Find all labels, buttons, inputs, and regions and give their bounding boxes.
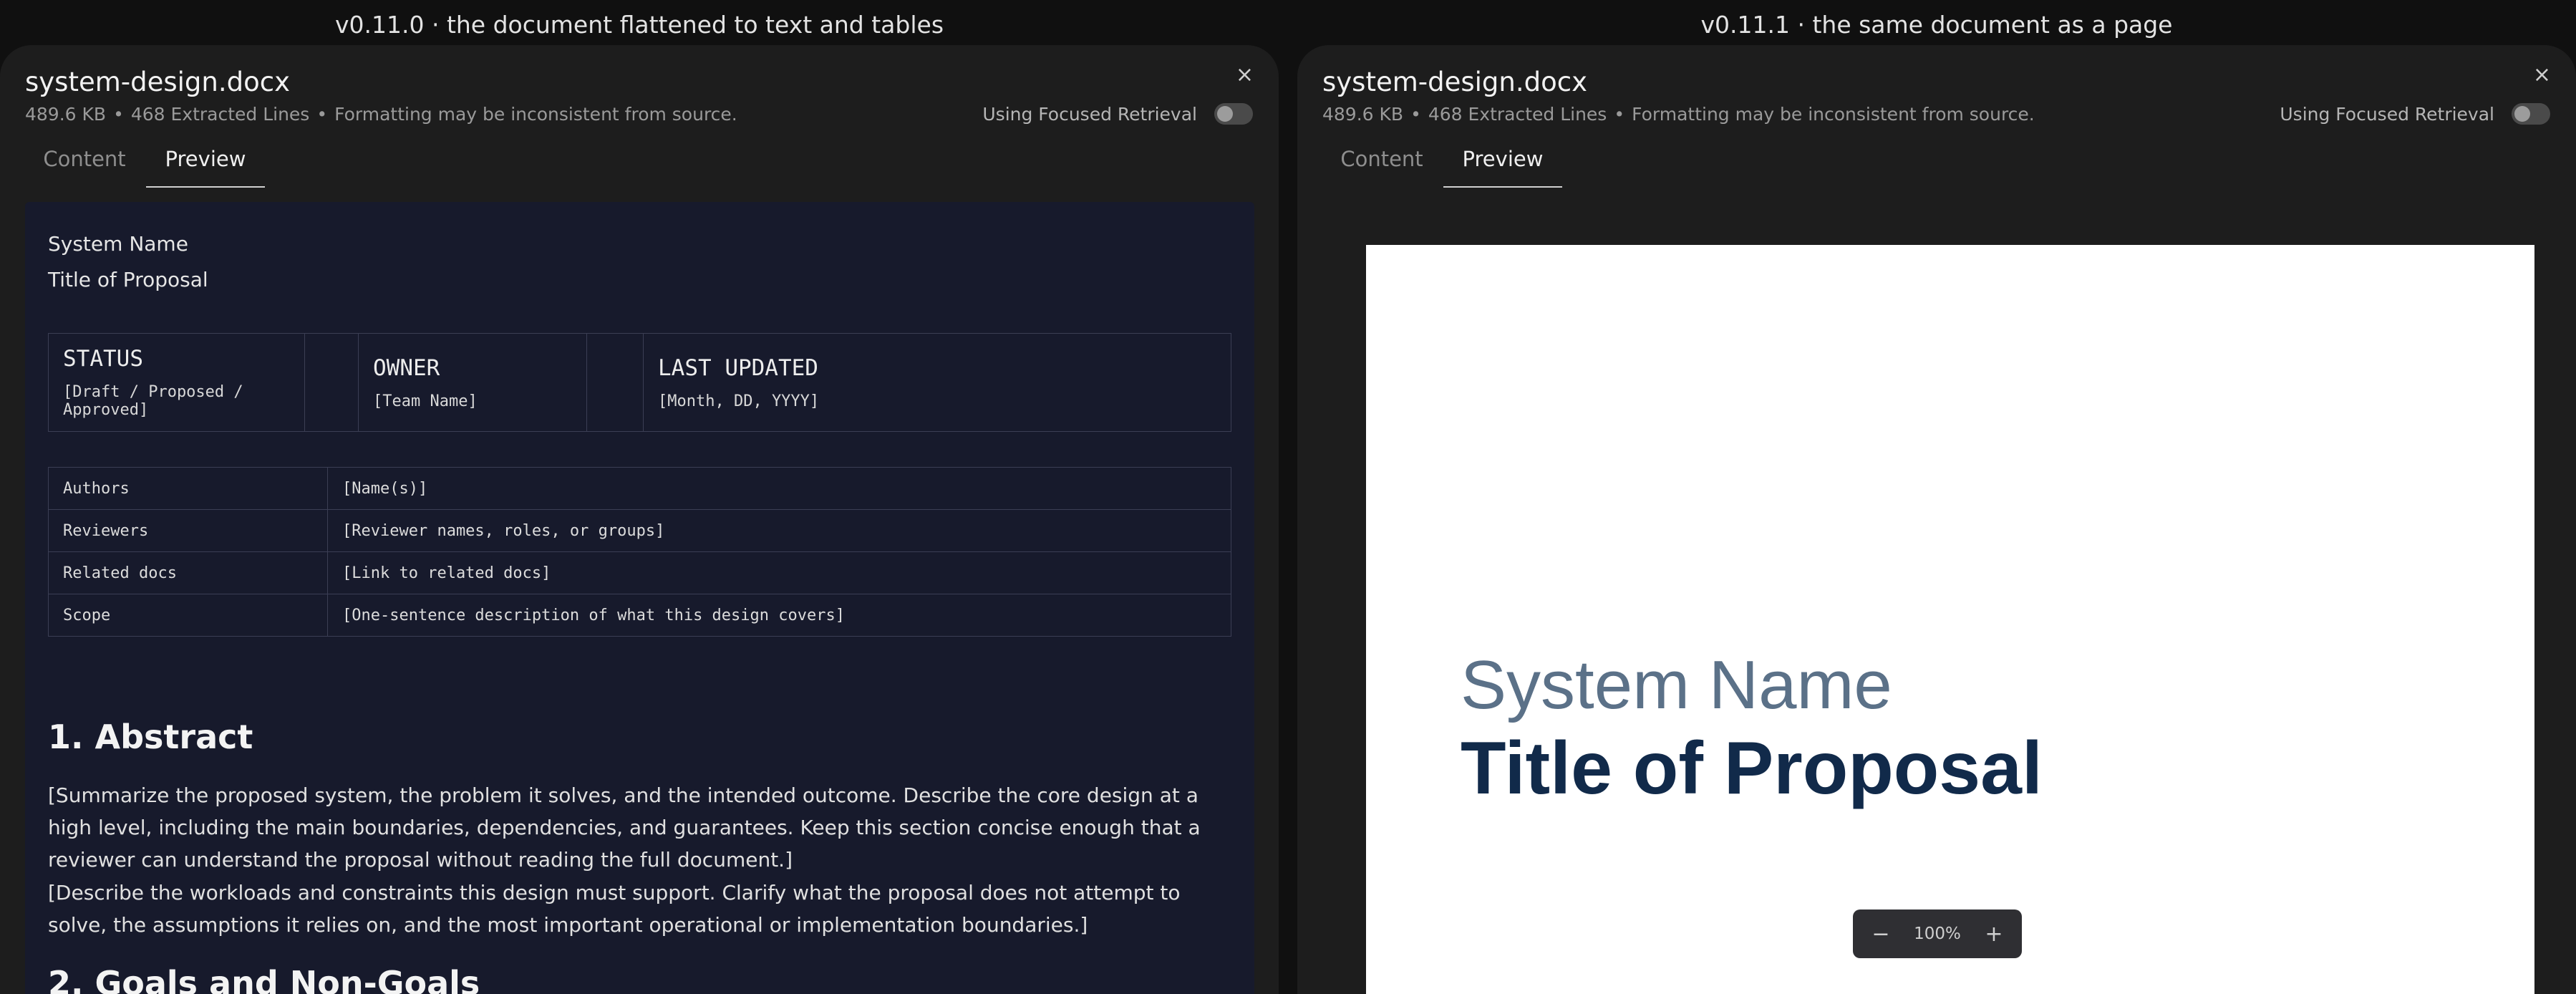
row-value: [Name(s)] (327, 467, 1231, 510)
left-caption: v0.11.0 · the document flattened to text… (334, 11, 944, 39)
section-heading-goals: 2. Goals and Non-Goals (48, 964, 480, 994)
flattened-preview: System Name Title of Proposal STATUS [Dra… (25, 202, 1254, 994)
status-heading: STATUS (63, 346, 143, 372)
format-note: Formatting may be inconsistent from sour… (334, 104, 737, 125)
focused-retrieval-toggle[interactable] (1214, 103, 1253, 125)
meta-separator: • (1614, 104, 1625, 125)
zoom-in-button[interactable]: + (1982, 922, 2006, 947)
file-name: system-design.docx (1322, 67, 1587, 97)
toggle-knob (1217, 106, 1233, 122)
tab-content[interactable]: Content (25, 147, 144, 186)
focused-retrieval-label: Using Focused Retrieval (982, 104, 1197, 125)
document-page: System Name Title of Proposal (1366, 245, 2534, 994)
extracted-lines: 468 Extracted Lines (1428, 104, 1607, 125)
table-row: Scope [One-sentence description of what t… (48, 594, 1231, 637)
zoom-level: 100% (1914, 925, 1961, 943)
meta-separator: • (113, 104, 124, 125)
workloads-paragraph: [Describe the workloads and constraints … (48, 881, 1181, 937)
doc-title: Title of Proposal (48, 268, 208, 291)
file-name: system-design.docx (25, 67, 290, 97)
updated-value: [Month, DD, YYYY] (658, 392, 820, 410)
file-meta: 489.6 KB • 468 Extracted Lines • Formatting … (1322, 104, 2035, 125)
close-icon[interactable]: × (2533, 62, 2551, 87)
file-size: 489.6 KB (1322, 104, 1404, 125)
table-row: Reviewers [Reviewer names, roles, or grou… (48, 509, 1231, 552)
status-table: STATUS [Draft / Proposed / Approved] OWNE… (48, 333, 1231, 432)
spacer-cell (304, 333, 359, 432)
row-key: Authors (48, 467, 328, 510)
doc-system-name: System Name (48, 232, 188, 256)
zoom-out-button[interactable]: − (1869, 922, 1893, 947)
status-value: [Draft / Proposed / Approved] (63, 383, 243, 419)
section-heading-abstract: 1. Abstract (48, 718, 253, 756)
close-icon[interactable]: × (1236, 62, 1254, 87)
focused-retrieval-toggle[interactable] (2512, 103, 2550, 125)
status-cell: STATUS [Draft / Proposed / Approved] (48, 333, 305, 432)
updated-heading: LAST UPDATED (658, 354, 818, 381)
meta-separator: • (1410, 104, 1421, 125)
updated-cell: LAST UPDATED [Month, DD, YYYY] (643, 333, 1231, 432)
focused-retrieval-label: Using Focused Retrieval (2280, 104, 2494, 125)
tab-preview[interactable]: Preview (146, 147, 265, 188)
row-value: [Reviewer names, roles, or groups] (327, 509, 1231, 552)
toggle-knob (2514, 106, 2530, 122)
tab-content[interactable]: Content (1322, 147, 1441, 186)
row-key: Reviewers (48, 509, 328, 552)
extracted-lines: 468 Extracted Lines (130, 104, 310, 125)
file-size: 489.6 KB (25, 104, 107, 125)
page-title: Title of Proposal (1461, 727, 2043, 810)
tab-preview[interactable]: Preview (1443, 147, 1562, 188)
owner-heading: OWNER (373, 354, 440, 381)
info-table: Authors [Name(s)] Reviewers [Reviewer name… (48, 467, 1231, 637)
row-key: Scope (48, 594, 328, 637)
right-caption: v0.11.1 · the same document as a page (1700, 11, 2173, 39)
meta-separator: • (316, 104, 328, 125)
row-key: Related docs (48, 551, 328, 594)
spacer-cell (586, 333, 644, 432)
owner-cell: OWNER [Team Name] (358, 333, 587, 432)
owner-value: [Team Name] (373, 392, 478, 410)
right-document-panel: system-design.docx 489.6 KB • 468 Extracte… (1297, 45, 2576, 994)
abstract-paragraph: [Summarize the proposed system, the prob… (48, 783, 1201, 872)
page-system-name: System Name (1461, 647, 1892, 723)
zoom-control: − 100% + (1853, 909, 2022, 958)
format-note: Formatting may be inconsistent from sour… (1632, 104, 2035, 125)
left-document-panel: system-design.docx 489.6 KB • 468 Extracte… (0, 45, 1279, 994)
table-row: Related docs [Link to related docs] (48, 551, 1231, 594)
file-meta: 489.6 KB • 468 Extracted Lines • Formatting … (25, 104, 737, 125)
row-value: [Link to related docs] (327, 551, 1231, 594)
table-row: Authors [Name(s)] (48, 467, 1231, 510)
row-value: [One-sentence description of what this d… (327, 594, 1231, 637)
